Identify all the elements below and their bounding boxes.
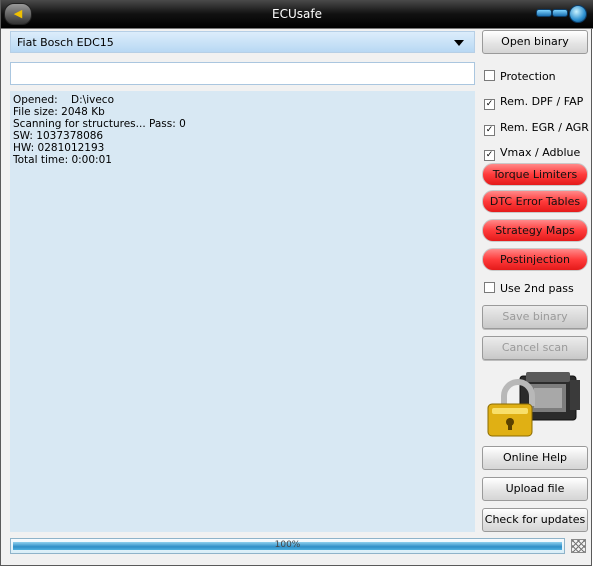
protection-option[interactable]: Protection <box>484 70 556 84</box>
strategy-maps-button[interactable]: Strategy Maps <box>482 219 588 242</box>
check-for-updates-button[interactable]: Check for updates <box>482 508 588 532</box>
protection-label: Protection <box>500 70 556 83</box>
rem-egr-checkbox[interactable]: ✓ <box>484 125 495 136</box>
title-bar: ◀ ECUsafe <box>1 0 593 29</box>
chevron-down-icon <box>454 40 464 46</box>
app-window: ◀ ECUsafe Fiat Bosch EDC15 Opened: D:\iv… <box>0 0 593 566</box>
minimize-icon[interactable] <box>536 9 552 17</box>
rem-dpf-option[interactable]: ✓ Rem. DPF / FAP <box>484 95 584 110</box>
online-help-button[interactable]: Online Help <box>482 446 588 470</box>
open-binary-button[interactable]: Open binary <box>482 30 588 54</box>
use-2nd-pass-checkbox[interactable] <box>484 282 495 293</box>
rem-egr-label: Rem. EGR / AGR <box>500 121 589 134</box>
rem-dpf-label: Rem. DPF / FAP <box>500 95 584 108</box>
window-title: ECUsafe <box>272 7 322 21</box>
log-line: HW: 0281012193 <box>13 142 105 154</box>
log-line: SW: 1037378086 <box>13 130 104 142</box>
use-2nd-pass-option[interactable]: Use 2nd pass <box>484 282 574 296</box>
resize-grip-icon[interactable] <box>571 539 586 553</box>
torque-limiters-button[interactable]: Torque Limiters <box>482 163 588 186</box>
vmax-adblue-label: Vmax / Adblue <box>500 146 581 159</box>
cancel-scan-button[interactable]: Cancel scan <box>482 336 588 360</box>
log-output: Opened: D:\iveco File size: 2048 Kb Scan… <box>10 91 475 532</box>
vmax-adblue-checkbox[interactable]: ✓ <box>484 150 495 161</box>
log-line: Scanning for structures... Pass: 0 <box>13 118 186 130</box>
status-field[interactable] <box>10 62 475 85</box>
ecu-padlock-image <box>487 372 580 437</box>
rem-egr-option[interactable]: ✓ Rem. EGR / AGR <box>484 121 589 136</box>
log-line: Opened: D:\iveco <box>13 94 115 106</box>
progress-label: 100% <box>274 540 301 550</box>
log-line: Total time: 0:00:01 <box>13 154 112 166</box>
orb-close-icon[interactable] <box>569 5 587 23</box>
progress-bar: 100% <box>10 538 565 554</box>
vmax-adblue-option[interactable]: ✓ Vmax / Adblue <box>484 146 581 161</box>
log-line: File size: 2048 Kb <box>13 106 105 118</box>
protection-checkbox[interactable] <box>484 70 495 81</box>
dtc-error-tables-button[interactable]: DTC Error Tables <box>482 190 588 213</box>
upload-file-button[interactable]: Upload file <box>482 477 588 501</box>
ecu-type-selected: Fiat Bosch EDC15 <box>17 36 114 49</box>
rem-dpf-checkbox[interactable]: ✓ <box>484 99 495 110</box>
use-2nd-pass-label: Use 2nd pass <box>500 282 574 295</box>
postinjection-button[interactable]: Postinjection <box>482 248 588 271</box>
maximize-icon[interactable] <box>552 9 568 17</box>
ecu-type-dropdown[interactable]: Fiat Bosch EDC15 <box>10 31 475 53</box>
save-binary-button[interactable]: Save binary <box>482 305 588 329</box>
